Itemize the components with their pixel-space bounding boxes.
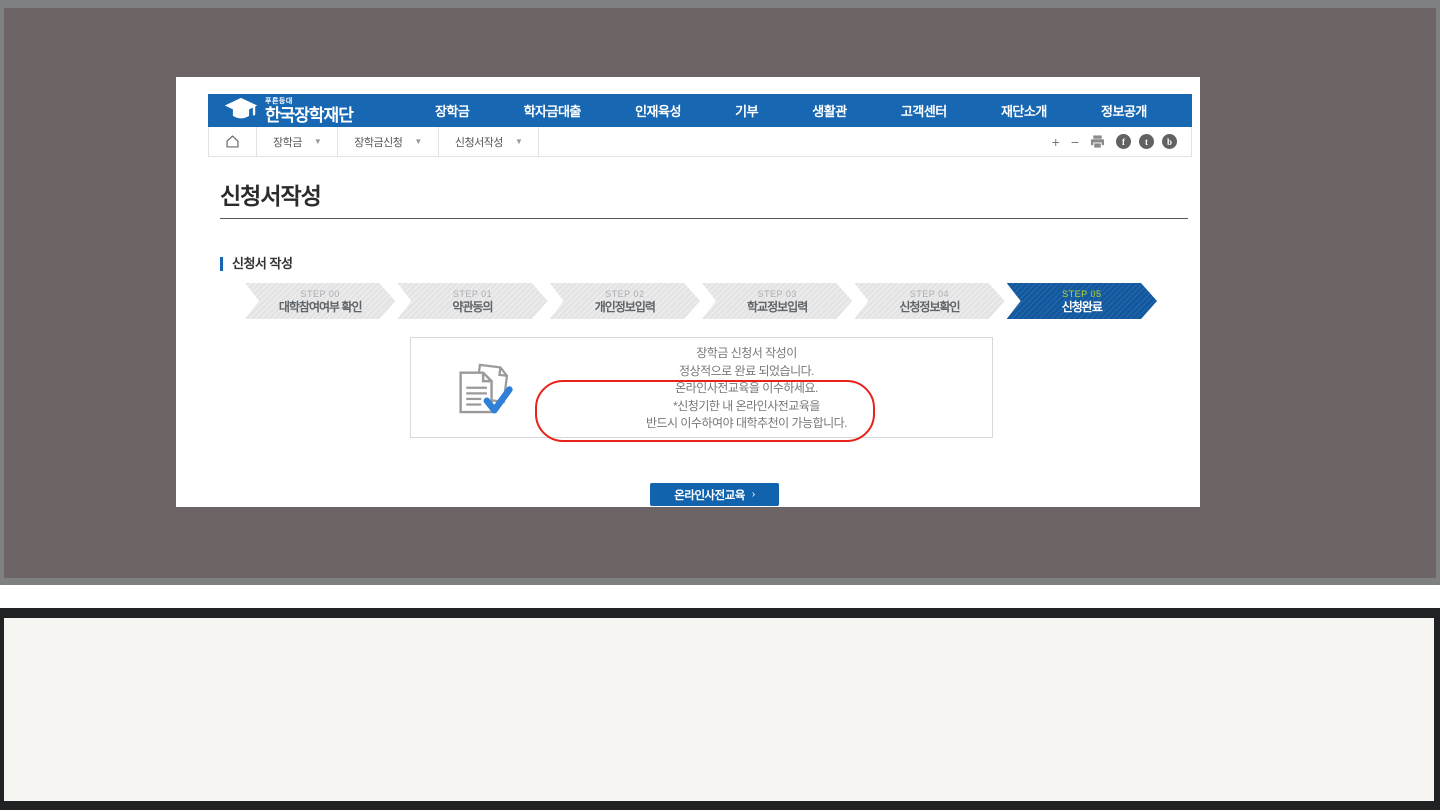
nav-item[interactable]: 장학금 — [435, 101, 469, 120]
step-number: STEP 00 — [300, 289, 339, 299]
step-item: STEP 00 대학참여여부 확인 — [245, 283, 395, 319]
kosaf-page-screenshot: 푸른등대 한국장학재단 장학금 학자금대출 인재육성 기부 생활관 고객센터 — [176, 77, 1200, 507]
font-zoom-out-button[interactable]: − — [1071, 135, 1079, 149]
step-label: 대학참여여부 확인 — [279, 300, 362, 314]
message-line: *신청기한 내 온라인사전교육을 — [531, 398, 962, 416]
page-title: 신청서작성 — [220, 177, 321, 211]
top-navbar: 푸른등대 한국장학재단 장학금 학자금대출 인재육성 기부 생활관 고객센터 — [208, 94, 1192, 127]
presentation-bottom-panel — [0, 608, 1440, 810]
step-number: STEP 03 — [757, 289, 796, 299]
slide-gap — [0, 585, 1440, 608]
message-line: 정상적으로 완료 되었습니다. — [531, 363, 962, 381]
main-nav-menu: 장학금 학자금대출 인재육성 기부 생활관 고객센터 재단소개 정보공개 — [408, 101, 1192, 120]
breadcrumb-bar: 장학금 ▼ 장학금신청 ▼ 신청서작성 ▼ + − — [208, 127, 1192, 157]
step-item: STEP 03 학교정보입력 — [702, 283, 852, 319]
twitter-icon[interactable]: t — [1139, 134, 1154, 149]
kosaf-logo[interactable]: 푸른등대 한국장학재단 — [208, 97, 353, 124]
step-label: 약관동의 — [452, 300, 492, 314]
blog-icon[interactable]: b — [1162, 134, 1177, 149]
print-button[interactable] — [1090, 135, 1105, 149]
step-number: STEP 02 — [605, 289, 644, 299]
step-item: STEP 05 신청완료 — [1007, 283, 1157, 319]
presentation-top-panel: 푸른등대 한국장학재단 장학금 학자금대출 인재육성 기부 생활관 고객센터 — [4, 8, 1436, 578]
graduation-cap-icon — [222, 97, 260, 124]
nav-item[interactable]: 재단소개 — [1001, 101, 1047, 120]
nav-item[interactable]: 고객센터 — [901, 101, 947, 120]
logo-text: 푸른등대 한국장학재단 — [265, 98, 353, 124]
message-line: 온라인사전교육을 이수하세요. — [531, 380, 962, 398]
step-number: STEP 01 — [453, 289, 492, 299]
logo-title: 한국장학재단 — [265, 107, 353, 124]
home-button[interactable] — [209, 127, 257, 156]
printer-icon — [1090, 135, 1105, 149]
nav-item[interactable]: 학자금대출 — [524, 101, 581, 120]
nav-item[interactable]: 생활관 — [812, 101, 846, 120]
breadcrumb-item[interactable]: 장학금 ▼ — [257, 127, 338, 156]
step-label: 학교정보입력 — [747, 300, 807, 314]
facebook-icon[interactable]: f — [1116, 134, 1131, 149]
title-divider — [220, 218, 1188, 219]
chevron-down-icon: ▼ — [414, 137, 421, 146]
chevron-down-icon: ▼ — [515, 137, 522, 146]
notes-area — [4, 618, 1434, 801]
chevron-down-icon: ▼ — [314, 137, 321, 146]
chevron-right-icon: › — [752, 489, 755, 500]
completion-message-box: 장학금 신청서 작성이 정상적으로 완료 되었습니다. 온라인사전교육을 이수하… — [410, 337, 993, 438]
font-zoom-in-button[interactable]: + — [1052, 135, 1060, 149]
nav-item[interactable]: 인재육성 — [635, 101, 681, 120]
step-number: STEP 04 — [910, 289, 949, 299]
nav-item[interactable]: 기부 — [735, 101, 758, 120]
message-line: 장학금 신청서 작성이 — [531, 345, 962, 363]
message-line: 반드시 이수하여야 대학추천이 가능합니다. — [531, 415, 962, 433]
section-title: 신청서 작성 — [220, 257, 292, 271]
step-label: 신청정보확인 — [899, 300, 959, 314]
breadcrumb: 장학금 ▼ 장학금신청 ▼ 신청서작성 ▼ — [257, 127, 539, 156]
document-check-icon — [455, 363, 515, 418]
completion-message: 장학금 신청서 작성이 정상적으로 완료 되었습니다. 온라인사전교육을 이수하… — [531, 345, 962, 433]
logo-tagline: 푸른등대 — [265, 98, 353, 105]
step-progress: STEP 00 대학참여여부 확인 STEP 01 약관동의 STEP 02 개… — [245, 283, 1157, 319]
home-icon — [225, 134, 240, 149]
step-number: STEP 05 — [1062, 289, 1101, 299]
step-label: 신청완료 — [1062, 300, 1102, 314]
page-tools: + − f t b — [1052, 127, 1191, 156]
step-item: STEP 02 개인정보입력 — [550, 283, 700, 319]
social-icons: f t b — [1116, 134, 1177, 149]
step-item: STEP 04 신청정보확인 — [854, 283, 1004, 319]
breadcrumb-item[interactable]: 장학금신청 ▼ — [338, 127, 439, 156]
step-label: 개인정보입력 — [595, 300, 655, 314]
online-pre-education-button[interactable]: 온라인사전교육 › — [650, 483, 779, 506]
breadcrumb-item[interactable]: 신청서작성 ▼ — [439, 127, 540, 156]
nav-item[interactable]: 정보공개 — [1101, 101, 1147, 120]
step-item: STEP 01 약관동의 — [397, 283, 547, 319]
